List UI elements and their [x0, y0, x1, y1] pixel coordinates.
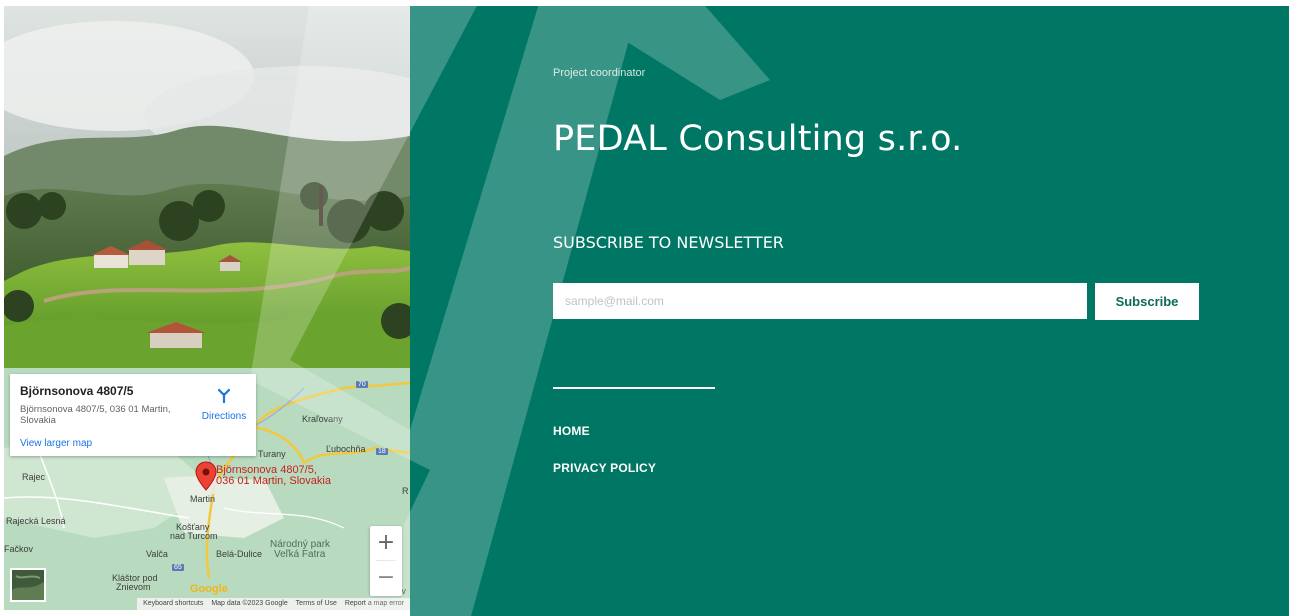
place-address: Björnsonova 4807/5, 036 01 Martin, Slova… [20, 404, 171, 426]
newsletter-email-input[interactable] [553, 283, 1087, 319]
map-info-card: Björnsonova 4807/5 Björnsonova 4807/5, 0… [10, 374, 256, 456]
place-label: Rajec [22, 472, 46, 482]
place-label: Kraľovany [302, 414, 343, 424]
footer-info-panel: Project coordinator PEDAL Consulting s.r… [410, 6, 1289, 616]
google-map[interactable]: 70 18 65 Kraľovany Turany Ľubochňa Rajec… [4, 368, 410, 610]
newsletter-title: SUBSCRIBE TO NEWSLETTER [553, 233, 784, 252]
pin-label-line2: 036 01 Martin, Slovakia [216, 475, 331, 487]
satellite-toggle-button[interactable] [10, 568, 46, 602]
route-70-badge: 70 [356, 381, 368, 388]
directions-icon [217, 388, 231, 404]
route-65-badge: 65 [172, 564, 184, 571]
place-label: nad Turcom [170, 531, 218, 541]
directions-button[interactable]: Directions [200, 388, 248, 422]
landscape-photo-image [4, 6, 410, 368]
zoom-out-button[interactable]: − [370, 561, 402, 595]
nav-link-home[interactable]: HOME [553, 424, 590, 438]
company-name: PEDAL Consulting s.r.o. [553, 119, 963, 159]
map-attribution: Keyboard shortcuts Map data ©2023 Google… [137, 598, 410, 610]
map-data-text: Map data ©2023 Google [211, 600, 288, 607]
place-label: Ľubochňa [326, 444, 366, 454]
directions-label: Directions [201, 411, 247, 422]
place-label: Veľká Fatra [274, 549, 326, 560]
place-label: Martin [190, 494, 216, 504]
nav-link-privacy-policy[interactable]: PRIVACY POLICY [553, 461, 656, 475]
place-label: Znievom [116, 582, 151, 592]
place-label: R [402, 486, 409, 496]
left-column: 70 18 65 Kraľovany Turany Ľubochňa Rajec… [4, 6, 410, 610]
place-label: Turany [258, 449, 286, 459]
report-map-error-link[interactable]: Report a map error [345, 600, 404, 607]
footer-divider [553, 387, 715, 389]
zoom-in-button[interactable]: + [370, 526, 402, 560]
landscape-photo [4, 6, 410, 368]
place-label: Fačkov [4, 544, 34, 554]
google-logo: Google [190, 583, 228, 595]
role-label: Project coordinator [553, 67, 646, 79]
view-larger-map-link[interactable]: View larger map [20, 438, 92, 449]
place-title: Björnsonova 4807/5 [20, 384, 134, 398]
place-label: Belá-Dulice [216, 549, 263, 559]
keyboard-shortcuts-link[interactable]: Keyboard shortcuts [143, 600, 203, 607]
page: 70 18 65 Kraľovany Turany Ľubochňa Rajec… [0, 0, 1289, 616]
zoom-controls: + − [370, 526, 402, 596]
place-label: Rajecká Lesná [6, 516, 66, 526]
terms-of-use-link[interactable]: Terms of Use [296, 600, 337, 607]
place-label: Valča [146, 549, 168, 559]
satellite-thumbnail-icon [12, 570, 44, 600]
subscribe-button[interactable]: Subscribe [1095, 283, 1199, 320]
route-18-badge: 18 [376, 448, 388, 455]
map-pin-icon[interactable] [195, 461, 217, 491]
